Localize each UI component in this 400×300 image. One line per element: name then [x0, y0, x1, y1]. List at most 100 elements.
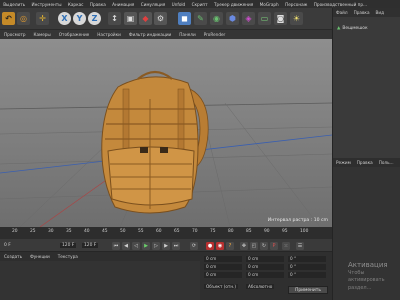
next-key-icon[interactable]: ▶: [162, 242, 170, 250]
tab-panels[interactable]: Панели: [175, 32, 199, 37]
tick-label: 100: [300, 229, 309, 234]
y-axis-button[interactable]: Y: [73, 12, 86, 25]
mat-menu-functions[interactable]: Функции: [26, 254, 54, 259]
camera-icon[interactable]: ◙: [274, 12, 287, 25]
point-key-icon[interactable]: ⁙: [282, 242, 290, 250]
am-menu-mode[interactable]: Режим: [333, 160, 354, 165]
subdivision-icon[interactable]: ◉: [210, 12, 223, 25]
floor-icon[interactable]: ▭: [258, 12, 271, 25]
timeline-ruler[interactable]: 20 25 30 35 40 45 50 55 60 65 70 75 80 8…: [0, 227, 332, 239]
rot-p-field[interactable]: 0 °: [288, 264, 326, 270]
coord-row-z: 0 cm 0 cm 0 °: [204, 272, 326, 278]
frame-start-field[interactable]: 0 F: [4, 243, 11, 248]
3d-viewport[interactable]: Интервал растра : 10 cm: [0, 39, 332, 227]
tab-options[interactable]: Настройки: [93, 32, 125, 37]
position-key-icon[interactable]: ✥: [240, 242, 248, 250]
tab-display[interactable]: Отображение: [55, 32, 94, 37]
render-settings-icon[interactable]: ⚙: [154, 12, 167, 25]
menu-animation[interactable]: Анимация: [109, 2, 138, 7]
tick-label: 65: [174, 229, 180, 234]
coord-row-x: 0 cm 0 cm 0 °: [204, 256, 326, 262]
keyframe-selection-icon[interactable]: ?: [226, 242, 234, 250]
menu-mesh[interactable]: Каркас: [65, 2, 87, 7]
render-icon[interactable]: ◆: [139, 12, 152, 25]
rotation-key-icon[interactable]: ↻: [260, 242, 268, 250]
go-end-icon[interactable]: ⏭: [172, 242, 180, 250]
am-menu-user[interactable]: Поль...: [376, 160, 397, 165]
record-key-icon[interactable]: ●: [206, 242, 214, 250]
world-coords-icon[interactable]: ↕: [108, 12, 121, 25]
tab-cameras[interactable]: Камеры: [30, 32, 55, 37]
frame-current-field[interactable]: 120 F: [82, 243, 99, 248]
pos-x-field[interactable]: 0 cm: [204, 256, 242, 262]
size-z-field[interactable]: 0 cm: [246, 272, 284, 278]
size-x-field[interactable]: 0 cm: [246, 256, 284, 262]
frame-end-field[interactable]: 120 F: [60, 243, 77, 248]
object-name: Вещмешок: [342, 26, 368, 31]
autokey-icon[interactable]: ◉: [216, 242, 224, 250]
x-axis-button[interactable]: X: [58, 12, 71, 25]
size-y-field[interactable]: 0 cm: [246, 264, 284, 270]
tab-view[interactable]: Просмотр: [0, 32, 30, 37]
menu-motion-tracker[interactable]: Трекер движения: [211, 2, 257, 7]
om-menu-file[interactable]: Файл: [333, 10, 351, 15]
prev-key-icon[interactable]: ◀: [122, 242, 130, 250]
live-select-icon[interactable]: ↶: [2, 12, 15, 25]
deformer-icon[interactable]: ◈: [242, 12, 255, 25]
menu-unfold[interactable]: Unfold: [168, 2, 188, 7]
rot-h-field[interactable]: 0 °: [288, 256, 326, 262]
viewport-menu: Просмотр Камеры Отображение Настройки Фи…: [0, 30, 332, 39]
param-key-icon[interactable]: P: [270, 242, 278, 250]
am-menu-edit[interactable]: Правка: [354, 160, 376, 165]
menu-simulation[interactable]: Симуляция: [138, 2, 169, 7]
tick-label: 85: [246, 229, 252, 234]
pos-z-field[interactable]: 0 cm: [204, 272, 242, 278]
next-frame-icon[interactable]: ▷: [152, 242, 160, 250]
tick-label: 45: [102, 229, 108, 234]
scale-key-icon[interactable]: ◰: [250, 242, 258, 250]
apply-button[interactable]: Применить: [288, 286, 328, 294]
loop-icon[interactable]: ⟳: [190, 242, 198, 250]
tick-label: 20: [12, 229, 18, 234]
z-axis-button[interactable]: Z: [88, 12, 101, 25]
bottom-panels: Создать Функции Текстура 0 cm 0 cm 0 ° 0…: [0, 252, 332, 300]
watermark-line: Чтобы активировать: [348, 269, 385, 284]
tab-filter[interactable]: Фильтр индикации: [125, 32, 175, 37]
coord-mode-dropdown[interactable]: Объект (отн.): [204, 284, 239, 289]
mat-menu-create[interactable]: Создать: [0, 254, 26, 259]
pen-icon[interactable]: ✎: [194, 12, 207, 25]
menu-mograph[interactable]: MoGraph: [256, 2, 281, 7]
pos-y-field[interactable]: 0 cm: [204, 264, 242, 270]
grid-spacing-label: Интервал растра : 10 cm: [267, 218, 328, 223]
move-icon[interactable]: ✛: [36, 12, 49, 25]
tab-prorender[interactable]: ProRender: [200, 32, 230, 37]
menu-pipeline[interactable]: Производственный пр...: [311, 2, 371, 7]
play-icon[interactable]: ▶: [142, 242, 150, 250]
menu-edit[interactable]: Правка: [87, 2, 109, 7]
menu-select[interactable]: Выделить: [0, 2, 28, 7]
go-start-icon[interactable]: ⏮: [112, 242, 120, 250]
cube-icon[interactable]: ◼: [178, 12, 191, 25]
menu-tools[interactable]: Инструменты: [28, 2, 64, 7]
tick-label: 95: [282, 229, 288, 234]
tick-label: 90: [264, 229, 270, 234]
light-icon[interactable]: ☀: [290, 12, 303, 25]
right-panel: Файл Правка Вид ▲ Вещмешок Режим Правка …: [332, 8, 400, 300]
render-view-icon[interactable]: ▣: [124, 12, 137, 25]
size-mode-dropdown[interactable]: Абсолютно: [246, 284, 275, 289]
tick-label: 75: [210, 229, 216, 234]
cloner-icon[interactable]: ⬢: [226, 12, 239, 25]
prev-frame-icon[interactable]: ◁: [132, 242, 140, 250]
om-menu-edit[interactable]: Правка: [351, 10, 373, 15]
tick-label: 25: [30, 229, 36, 234]
tick-label: 50: [120, 229, 126, 234]
mat-menu-texture[interactable]: Текстура: [54, 254, 82, 259]
object-list-item[interactable]: ▲ Вещмешок: [337, 26, 368, 31]
rotate-icon[interactable]: ◎: [17, 12, 30, 25]
tick-label: 40: [84, 229, 90, 234]
rot-b-field[interactable]: 0 °: [288, 272, 326, 278]
menu-character[interactable]: Персонаж: [282, 2, 311, 7]
timeline-menu-icon[interactable]: ☰: [296, 242, 304, 250]
om-menu-view[interactable]: Вид: [373, 10, 388, 15]
menu-script[interactable]: Скрипт: [188, 2, 210, 7]
